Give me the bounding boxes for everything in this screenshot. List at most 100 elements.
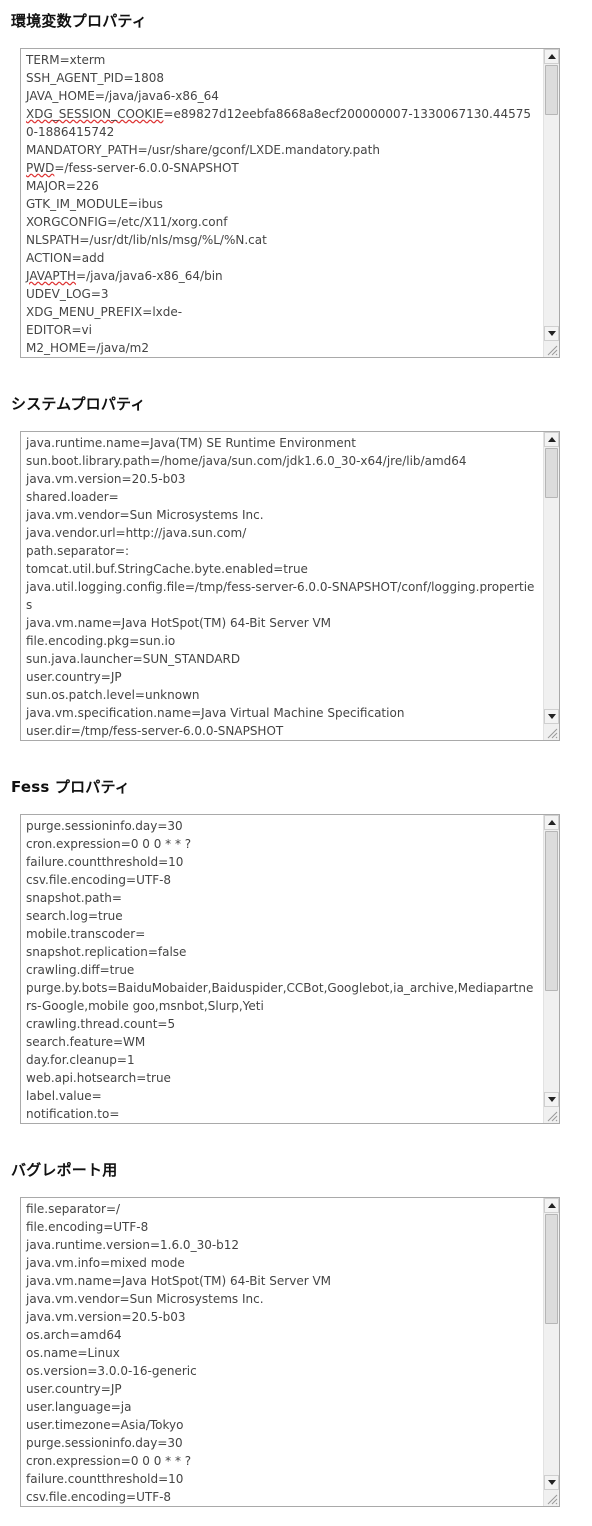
property-line: tomcat.util.buf.StringCache.byte.enabled…	[26, 562, 308, 576]
properties-text: purge.sessioninfo.day=30 cron.expression=…	[26, 817, 538, 1123]
property-line: crawling.diff=true	[26, 963, 135, 977]
property-line: os.arch=amd64	[26, 1328, 122, 1342]
property-line: user.timezone=Asia/Tokyo	[26, 1418, 184, 1432]
property-line: failure.countthreshold=10	[26, 855, 184, 869]
property-line: user.country=JP	[26, 1382, 122, 1396]
scroll-up-button[interactable]	[544, 1198, 559, 1213]
scroll-down-button[interactable]	[544, 709, 559, 724]
property-line: user.country=JP	[26, 670, 122, 684]
section-title: バグレポート用	[11, 1161, 118, 1179]
property-line: label.value=	[26, 1089, 102, 1103]
vertical-scrollbar[interactable]	[543, 49, 559, 357]
property-line: java.util.logging.config.file=/tmp/fess-…	[26, 580, 535, 612]
vertical-scrollbar[interactable]	[543, 815, 559, 1123]
property-line: file.separator=/	[26, 1202, 121, 1216]
property-line: notification.to=	[26, 1107, 120, 1121]
arrow-up-icon	[547, 437, 556, 442]
scroll-down-button[interactable]	[544, 1475, 559, 1490]
property-line: snapshot.path=	[26, 891, 122, 905]
property-line: java.vm.name=Java HotSpot(TM) 64-Bit Ser…	[26, 616, 332, 630]
properties-textarea[interactable]: file.separator=/ file.encoding=UTF-8 java.…	[20, 1197, 560, 1507]
scroll-up-button[interactable]	[544, 49, 559, 64]
property-line: JAVA_HOME=/java/java6-x86_64	[26, 89, 219, 103]
property-line: java.vendor.url=http://java.sun.com/	[26, 526, 247, 540]
scroll-up-button[interactable]	[544, 815, 559, 830]
section-title: Fess プロパティ	[11, 778, 130, 796]
property-line: snapshot.replication=false	[26, 945, 187, 959]
property-line: user.dir=/tmp/fess-server-6.0.0-SNAPSHOT	[26, 724, 284, 738]
arrow-down-icon	[547, 1097, 556, 1102]
section-title: 環境変数プロパティ	[11, 12, 147, 30]
property-line: java.vm.version=20.5-b03	[26, 472, 186, 486]
arrow-down-icon	[547, 714, 556, 719]
property-line: MANDATORY_PATH=/usr/share/gconf/LXDE.man…	[26, 143, 380, 157]
resize-grip-icon[interactable]	[545, 1109, 558, 1122]
vertical-scrollbar[interactable]	[543, 432, 559, 740]
property-line: user.language=ja	[26, 1400, 132, 1414]
property-line: UDEV_LOG=3	[26, 287, 109, 301]
resize-grip-icon[interactable]	[545, 1492, 558, 1505]
property-line: java.runtime.name=Java(TM) SE Runtime En…	[26, 436, 356, 450]
properties-text: TERM=xterm SSH_AGENT_PID=1808 JAVA_HOME=/j…	[26, 51, 538, 357]
property-line: PWD=/fess-server-6.0.0-SNAPSHOT	[26, 161, 239, 175]
property-line: java.vm.vendor=Sun Microsystems Inc.	[26, 1292, 264, 1306]
property-line: sun.os.patch.level=unknown	[26, 688, 200, 702]
property-line: GTK_IM_MODULE=ibus	[26, 197, 163, 211]
property-line: file.encoding=UTF-8	[26, 1220, 149, 1234]
arrow-down-icon	[547, 331, 556, 336]
scroll-down-button[interactable]	[544, 326, 559, 341]
property-line: ACTION=add	[26, 251, 105, 265]
property-line: XORGCONFIG=/etc/X11/xorg.conf	[26, 215, 228, 229]
properties-textarea[interactable]: TERM=xterm SSH_AGENT_PID=1808 JAVA_HOME=/j…	[20, 48, 560, 358]
property-line: java.runtime.version=1.6.0_30-b12	[26, 740, 538, 741]
property-line: EDITOR=vi	[26, 323, 92, 337]
property-line: purge.by.bots=BaiduMobaider,Baiduspider,…	[26, 981, 534, 1013]
property-line: java.vm.specification.name=Java Virtual …	[26, 706, 405, 720]
property-line: SSH_AGENT_PID=1808	[26, 71, 165, 85]
arrow-up-icon	[547, 54, 556, 59]
property-line: sun.boot.library.path=/home/java/sun.com…	[26, 454, 467, 468]
arrow-up-icon	[547, 1203, 556, 1208]
property-line: sun.java.launcher=SUN_STANDARD	[26, 652, 241, 666]
scroll-thumb[interactable]	[545, 65, 558, 115]
property-line: JAVAPTH=/java/java6-x86_64/bin	[26, 269, 223, 283]
property-line: cron.expression=0 0 0 * * ?	[26, 1454, 192, 1468]
property-line: purge.sessioninfo.day=30	[26, 819, 183, 833]
properties-text: file.separator=/ file.encoding=UTF-8 java.…	[26, 1200, 538, 1506]
property-line: csv.file.encoding=UTF-8	[26, 1490, 172, 1504]
property-line: XDG_SESSION_COOKIE=e89827d12eebfa8668a8e…	[26, 107, 531, 139]
arrow-up-icon	[547, 820, 556, 825]
property-line: java.vm.name=Java HotSpot(TM) 64-Bit Ser…	[26, 1274, 332, 1288]
property-line: TERM=xterm	[26, 53, 106, 67]
resize-grip-icon[interactable]	[545, 726, 558, 739]
property-line: M2_HOME=/java/m2	[26, 341, 149, 355]
property-line: cron.expression=0 0 0 * * ?	[26, 837, 192, 851]
arrow-down-icon	[547, 1480, 556, 1485]
property-line: day.for.cleanup=1	[26, 1053, 135, 1067]
scroll-thumb[interactable]	[545, 448, 558, 498]
property-line: search.feature=WM	[26, 1035, 146, 1049]
property-line: file.encoding.pkg=sun.io	[26, 634, 176, 648]
property-line: path.separator=:	[26, 544, 130, 558]
property-line: csv.file.encoding=UTF-8	[26, 873, 172, 887]
property-line: crawling.thread.count=5	[26, 1017, 176, 1031]
vertical-scrollbar[interactable]	[543, 1198, 559, 1506]
property-line: java.vm.info=mixed mode	[26, 1256, 185, 1270]
property-line: os.version=3.0.0-16-generic	[26, 1364, 197, 1378]
property-line: NLSPATH=/usr/dt/lib/nls/msg/%L/%N.cat	[26, 233, 267, 247]
scroll-down-button[interactable]	[544, 1092, 559, 1107]
property-line: os.name=Linux	[26, 1346, 120, 1360]
resize-grip-icon[interactable]	[545, 343, 558, 356]
properties-textarea[interactable]: java.runtime.name=Java(TM) SE Runtime En…	[20, 431, 560, 741]
scroll-thumb[interactable]	[545, 1214, 558, 1324]
property-line: MAJOR=226	[26, 179, 99, 193]
properties-text: java.runtime.name=Java(TM) SE Runtime En…	[26, 434, 538, 741]
section-title: システムプロパティ	[11, 395, 146, 413]
property-line: java.vm.version=20.5-b03	[26, 1310, 186, 1324]
property-line: purge.sessioninfo.day=30	[26, 1436, 183, 1450]
properties-textarea[interactable]: purge.sessioninfo.day=30 cron.expression=…	[20, 814, 560, 1124]
scroll-up-button[interactable]	[544, 432, 559, 447]
scroll-thumb[interactable]	[545, 831, 558, 991]
property-line: search.log=true	[26, 909, 123, 923]
property-line: mobile.transcoder=	[26, 927, 146, 941]
